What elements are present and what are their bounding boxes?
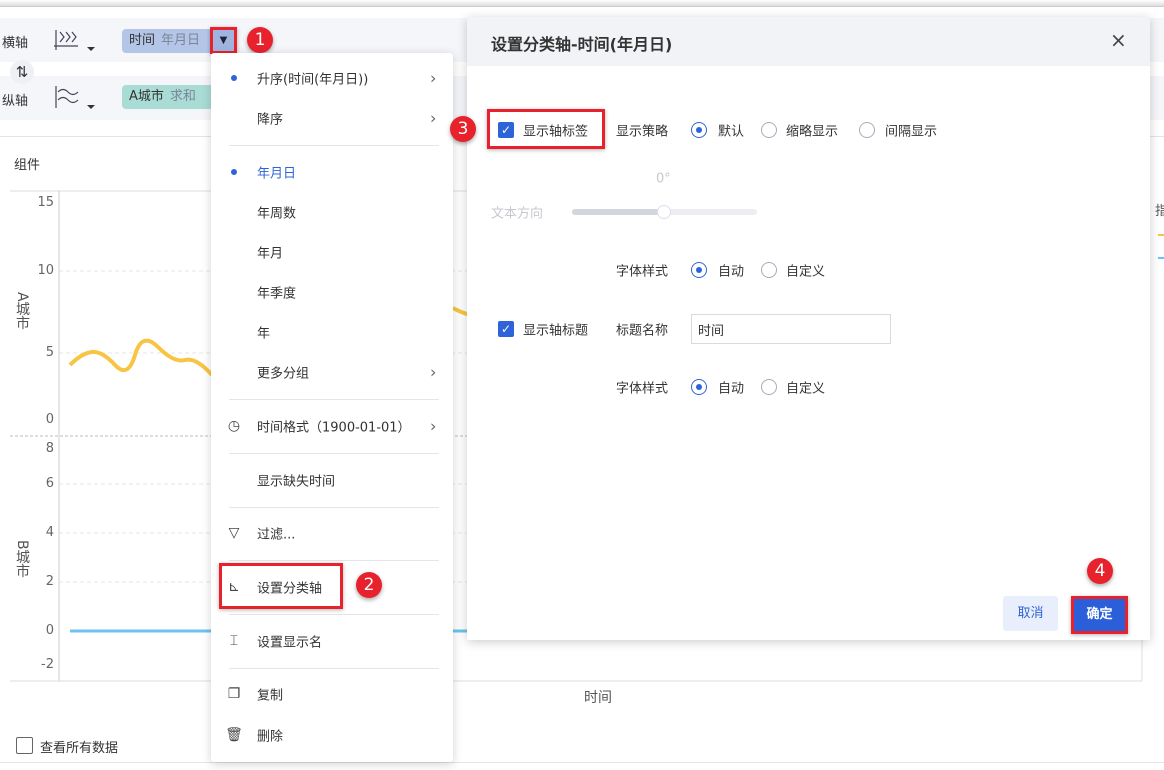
lower-axis-title: B城市 (14, 540, 30, 578)
window-top-edge (0, 0, 1164, 7)
text-direction-label: 文本方向 (491, 206, 544, 222)
text-direction-slider[interactable] (572, 205, 757, 219)
display-strategy-label: 显示策略 (616, 124, 669, 140)
legend-title: 指 (1155, 204, 1164, 219)
menu-separator (229, 507, 439, 508)
label-font-style-label: 字体样式 (616, 264, 669, 280)
step-badge-1: 1 (247, 27, 273, 53)
x-axis-type-icon[interactable] (54, 28, 98, 54)
slider-fill (572, 209, 665, 215)
slider-handle[interactable] (657, 205, 671, 219)
step-badge-3: 3 (450, 116, 476, 142)
radio-default-label: 默认 (718, 124, 745, 140)
legend-swatch-b (1158, 257, 1164, 259)
menu-separator (229, 614, 439, 615)
highlight-show-axis-label (487, 109, 605, 149)
tick-label: 0 (45, 412, 54, 427)
x-field-dropdown-button[interactable]: ▼ (210, 27, 237, 54)
radio-abbreviated-label: 缩略显示 (786, 124, 839, 140)
tick-label: 0 (45, 623, 54, 638)
x-field-sub: 年月日 (161, 33, 201, 48)
menu-separator (229, 145, 439, 146)
y-field-pill[interactable]: A城市 求和 (122, 85, 217, 109)
view-all-label: 查看所有数据 (40, 741, 119, 756)
x-axis-label: 横轴 (2, 36, 29, 51)
radio-label-font-custom-label: 自定义 (786, 264, 826, 280)
y-axis-label: 纵轴 (2, 94, 29, 109)
radio-interval[interactable] (859, 122, 875, 138)
menu-separator (229, 399, 439, 400)
divider (0, 762, 1164, 763)
menu-separator (229, 453, 439, 454)
radio-title-font-custom[interactable] (761, 379, 777, 395)
tick-label: 10 (37, 263, 54, 278)
view-all-checkbox[interactable] (16, 737, 33, 754)
upper-axis-title: A城市 (14, 292, 30, 330)
component-label: 组件 (14, 158, 41, 173)
chevron-right-icon: › (430, 362, 437, 382)
legend-swatch-a (1158, 234, 1164, 236)
title-font-style-label: 字体样式 (616, 381, 669, 397)
tick-label: 15 (37, 195, 54, 210)
y-field-name: A城市 (129, 89, 164, 104)
step-badge-4: 4 (1087, 558, 1113, 584)
title-name-input[interactable] (691, 314, 891, 344)
y-axis-type-icon[interactable] (54, 84, 98, 112)
step-badge-2: 2 (356, 572, 382, 598)
tick-label: 8 (45, 441, 54, 456)
radio-label-font-custom[interactable] (761, 262, 777, 278)
radio-label-font-auto[interactable] (691, 262, 707, 278)
chevron-right-icon: › (430, 416, 437, 436)
tick-label: -2 (41, 657, 54, 672)
radio-label-font-auto-label: 自动 (718, 264, 745, 280)
title-name-label: 标题名称 (616, 323, 669, 339)
cancel-button[interactable]: 取消 (1003, 596, 1058, 631)
y-field-sub: 求和 (169, 89, 196, 104)
clock-icon: ◷ (227, 418, 241, 434)
x-field-name: 时间 (129, 33, 156, 48)
radio-interval-label: 间隔显示 (885, 124, 938, 140)
show-axis-title-checkbox[interactable]: ✓ (498, 321, 514, 337)
menu-separator (229, 668, 439, 669)
x-axis-title: 时间 (584, 690, 612, 706)
tick-label: 6 (45, 476, 54, 491)
tick-label: 5 (45, 345, 54, 360)
chevron-right-icon: › (430, 108, 437, 128)
radio-title-font-auto-label: 自动 (718, 381, 745, 397)
confirm-button[interactable]: 确定 (1071, 596, 1128, 634)
text-direction-value: 0° (656, 171, 671, 187)
radio-abbreviated[interactable] (761, 122, 777, 138)
radio-title-font-custom-label: 自定义 (786, 381, 826, 397)
radio-title-font-auto[interactable] (691, 379, 707, 395)
menu-separator (229, 560, 439, 561)
chevron-right-icon: › (430, 68, 437, 88)
dialog-title: 设置分类轴-时间(年月日) (491, 35, 673, 54)
swap-vertical-icon[interactable]: ⇅ (10, 60, 34, 84)
trash-icon: 🗑 (225, 727, 243, 743)
field-context-menu: 升序(时间(年月日)) › 降序 › 年月日 年周数 年月 年季度 年 更多分组 › … (211, 53, 453, 762)
highlight-set-category-axis (219, 563, 343, 609)
filter-icon: ▽ (228, 525, 240, 541)
close-icon[interactable]: × (1110, 28, 1127, 52)
tick-label: 4 (45, 525, 54, 540)
show-axis-title-text: 显示轴标题 (523, 323, 589, 339)
radio-default[interactable] (691, 122, 707, 138)
copy-icon: ❐ (227, 686, 241, 702)
rename-icon: ⌶ (229, 633, 239, 649)
caret-down-icon: ▼ (219, 35, 228, 46)
